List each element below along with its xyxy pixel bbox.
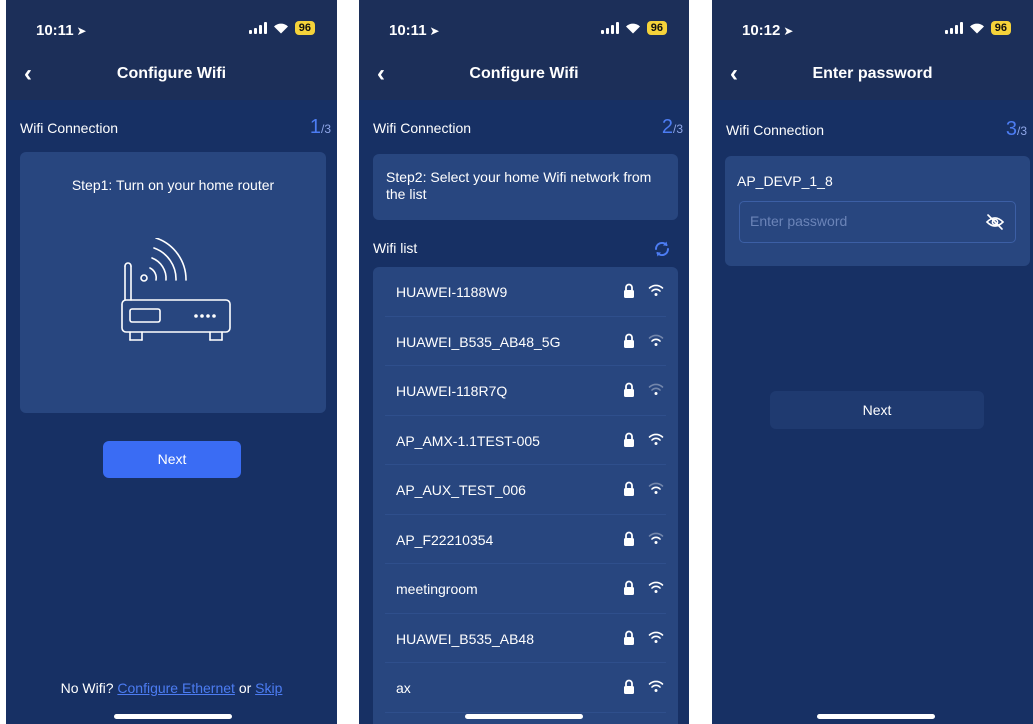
wifi-network-row[interactable]: AP_F22210354: [385, 515, 666, 564]
status-time: 10:11 ➤: [36, 22, 87, 39]
wifi-network-name: meetingroom: [396, 581, 478, 597]
wifi-network-row[interactable]: HUAWEI_B535_AB48_5G: [385, 317, 666, 366]
wifi-list-header: Wifi list: [373, 236, 683, 260]
wifi-network-row[interactable]: HUAWEI_B535_AB48: [385, 614, 666, 663]
location-arrow-icon: ➤: [783, 24, 794, 38]
lock-icon: [624, 481, 634, 496]
lock-icon: [624, 580, 634, 595]
wifi-icon: [648, 482, 664, 494]
wifi-icon: [648, 334, 664, 346]
wifi-network-row[interactable]: HUAWEI-1188W9: [385, 267, 666, 317]
wifi-network-name: ax: [396, 680, 411, 696]
wifi-status-icon: [273, 23, 288, 34]
wifi-network-list: HUAWEI-1188W9 HUAWEI_B535_AB48_5G HUAWEI-1…: [373, 267, 678, 724]
step-instruction: Step2: Select your home Wifi network fro…: [386, 169, 652, 202]
wifi-network-row[interactable]: AP_AMX-1.1TEST-005: [385, 416, 666, 465]
lock-icon: [624, 283, 634, 298]
page-title: Enter password: [812, 65, 933, 82]
status-time: 10:12 ➤: [742, 22, 794, 39]
step-instruction: Step1: Turn on your home router: [71, 177, 275, 193]
location-arrow-icon: ➤: [76, 24, 87, 38]
wifi-network-name: HUAWEI_B535_AB48_5G: [396, 333, 561, 350]
password-input[interactable]: [748, 212, 972, 230]
section-header: Wifi Connection 3/3: [726, 118, 1027, 142]
step-indicator: 1/3: [309, 116, 331, 138]
step-instruction-card: Step2: Select your home Wifi network fro…: [373, 154, 678, 220]
status-bar: 10:11 ➤ 96: [6, 0, 337, 50]
section-label: Wifi Connection: [373, 120, 472, 136]
skip-link[interactable]: Skip: [255, 680, 282, 696]
wifi-network-name: HUAWEI_B535_AB48: [396, 630, 534, 647]
step-indicator: 2/3: [661, 116, 683, 138]
wifi-status-icon: [969, 23, 984, 34]
page-title: Configure Wifi: [469, 65, 579, 82]
footer-help: No Wifi? Configure Ethernet or Skip: [60, 680, 283, 696]
nav-bar: ‹ Configure Wifi: [6, 50, 337, 100]
screen-step-1: 10:11 ➤ 96 ‹ Configure Wifi Wifi Connecti…: [6, 0, 337, 724]
wifi-network-name: AP_AMX-1.1TEST-005: [396, 432, 540, 449]
router-illustration: [121, 238, 231, 341]
wifi-network-row[interactable]: ax: [385, 663, 666, 713]
wifi-network-row[interactable]: AP_AUX_TEST_006: [385, 465, 666, 515]
status-time: 10:11 ➤: [389, 22, 440, 39]
wifi-icon: [648, 383, 664, 395]
next-button[interactable]: Next: [770, 391, 984, 429]
status-bar: 10:11 ➤ 96: [359, 0, 689, 50]
wifi-network-name: HUAWEI-1188W9: [396, 284, 508, 300]
lock-icon: [624, 679, 634, 694]
home-indicator: [817, 714, 935, 719]
battery-indicator: 96: [294, 21, 315, 35]
wifi-network-row[interactable]: meetingroom: [385, 564, 666, 614]
section-label: Wifi Connection: [726, 122, 825, 138]
eye-slash-icon[interactable]: [985, 212, 1005, 232]
password-card: AP_DEVP_1_8: [725, 156, 1030, 266]
section-header: Wifi Connection 1/3: [20, 116, 331, 140]
wifi-icon: [648, 433, 664, 445]
cellular-signal-icon: [944, 22, 963, 34]
lock-icon: [624, 630, 634, 645]
wifi-icon: [648, 581, 664, 593]
network-name: AP_DEVP_1_8: [737, 173, 833, 189]
wifi-icon: [648, 631, 664, 643]
wifi-icon: [648, 284, 664, 296]
home-indicator: [114, 714, 232, 719]
main-content: Wifi Connection 1/3 Step1: Turn on your …: [6, 100, 337, 724]
next-button[interactable]: Next: [103, 441, 241, 478]
status-bar: 10:12 ➤ 96: [712, 0, 1033, 50]
nav-bar: ‹ Enter password: [712, 50, 1033, 100]
nav-bar: ‹ Configure Wifi: [359, 50, 689, 100]
wifi-icon: [648, 680, 664, 692]
main-content: Wifi Connection 3/3 AP_DEVP_1_8 Next: [712, 100, 1033, 724]
location-arrow-icon: ➤: [429, 24, 440, 38]
home-indicator: [465, 714, 583, 719]
wifi-icon: [648, 532, 664, 544]
router-step-card: Step1: Turn on your home router: [20, 152, 326, 413]
password-field: [739, 201, 1016, 243]
section-header: Wifi Connection 2/3: [373, 116, 683, 140]
wifi-network-name: HUAWEI-118R7Q: [396, 383, 508, 399]
section-label: Wifi Connection: [20, 120, 119, 136]
lock-icon: [624, 333, 634, 348]
screen-step-2: 10:11 ➤ 96 ‹ Configure Wifi Wifi Connecti…: [359, 0, 689, 724]
step-indicator: 3/3: [1005, 118, 1027, 140]
cellular-signal-icon: [600, 22, 619, 34]
lock-icon: [624, 382, 634, 397]
battery-indicator: 96: [646, 21, 667, 35]
wifi-list-label: Wifi list: [373, 240, 418, 256]
lock-icon: [624, 531, 634, 546]
configure-ethernet-link[interactable]: Configure Ethernet: [117, 680, 235, 696]
refresh-icon[interactable]: [653, 240, 671, 258]
page-title: Configure Wifi: [116, 65, 227, 82]
wifi-network-name: AP_AUX_TEST_006: [396, 482, 526, 498]
screen-step-3: 10:12 ➤ 96 ‹ Enter password Wifi Connecti…: [712, 0, 1033, 724]
wifi-network-name: AP_F22210354: [396, 531, 494, 548]
cellular-signal-icon: [248, 22, 267, 34]
main-content: Wifi Connection 2/3 Step2: Select your h…: [359, 100, 689, 724]
battery-indicator: 96: [990, 21, 1011, 35]
wifi-network-row[interactable]: HUAWEI-118R7Q: [385, 366, 666, 416]
wifi-status-icon: [625, 23, 640, 34]
lock-icon: [624, 432, 634, 447]
